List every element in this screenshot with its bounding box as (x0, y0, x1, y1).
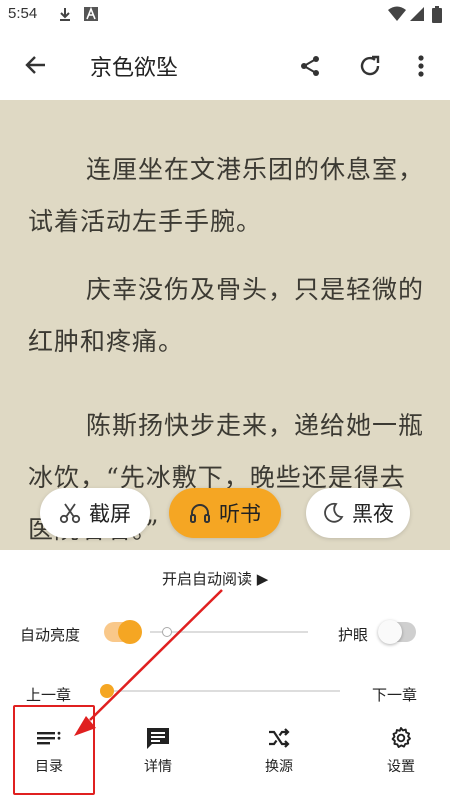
battery-icon (432, 6, 442, 23)
back-arrow-icon[interactable] (24, 54, 46, 76)
listen-book-button[interactable]: 听书 (169, 488, 281, 538)
eye-care-switch[interactable] (378, 620, 416, 644)
reading-area[interactable]: 连厘坐在文港乐团的休息室，试着活动左手手腕。 庆幸没伤及骨头，只是轻微的红肿和疼… (0, 100, 450, 550)
reader-paragraph: 庆幸没伤及骨头，只是轻微的红肿和疼痛。 (28, 275, 425, 356)
tab-change-source-label: 换源 (265, 759, 293, 775)
download-icon (60, 8, 70, 21)
annotation-highlight-box (13, 705, 95, 795)
brightness-slider-track (150, 631, 308, 633)
chapter-slider-thumb[interactable] (100, 684, 114, 698)
chapter-slider-track (104, 690, 340, 692)
screenshot-label: 截屏 (89, 502, 131, 526)
app-bar: 京色欲坠 (0, 30, 450, 100)
brightness-slider[interactable] (150, 625, 312, 639)
scissors-icon (59, 503, 81, 524)
previous-chapter-button[interactable]: 上一章 (26, 684, 71, 705)
auto-read-button[interactable]: 开启自动阅读 ▶ (162, 568, 268, 589)
chapter-progress-slider[interactable] (100, 683, 342, 699)
gear-icon (391, 727, 411, 748)
status-time: 5:54 (8, 5, 38, 22)
auto-brightness-switch[interactable] (104, 620, 142, 644)
shuffle-icon (269, 728, 290, 748)
tab-detail-label: 详情 (144, 759, 172, 775)
reader-paragraph: 连厘坐在文港乐团的休息室，试着活动左手手腕。 (28, 155, 425, 236)
a-box-icon (84, 7, 98, 21)
screenshot-button[interactable]: 截屏 (40, 488, 150, 538)
headphones-icon (190, 504, 210, 523)
more-vert-icon[interactable] (417, 54, 425, 78)
wifi-icon (388, 6, 406, 21)
tab-detail[interactable]: 详情 (118, 720, 198, 790)
next-chapter-button[interactable]: 下一章 (372, 684, 417, 705)
refresh-icon[interactable] (358, 54, 382, 78)
night-mode-label: 黑夜 (352, 502, 394, 526)
book-title: 京色欲坠 (90, 56, 179, 81)
listen-book-label: 听书 (219, 502, 261, 526)
share-icon[interactable] (298, 54, 322, 78)
eye-care-switch-thumb (378, 620, 402, 644)
tab-settings-label: 设置 (387, 759, 415, 775)
eye-care-label: 护眼 (338, 626, 369, 644)
auto-brightness-switch-thumb (118, 620, 142, 644)
auto-brightness-label: 自动亮度 (20, 626, 81, 644)
status-bar: 5:54 (0, 0, 450, 30)
brightness-slider-thumb[interactable] (162, 627, 173, 637)
tab-change-source[interactable]: 换源 (239, 720, 319, 790)
moon-icon (324, 502, 344, 523)
night-mode-button[interactable]: 黑夜 (306, 488, 410, 538)
signal-icon (410, 7, 424, 21)
message-detail-icon (147, 728, 169, 749)
tab-settings[interactable]: 设置 (361, 720, 441, 790)
